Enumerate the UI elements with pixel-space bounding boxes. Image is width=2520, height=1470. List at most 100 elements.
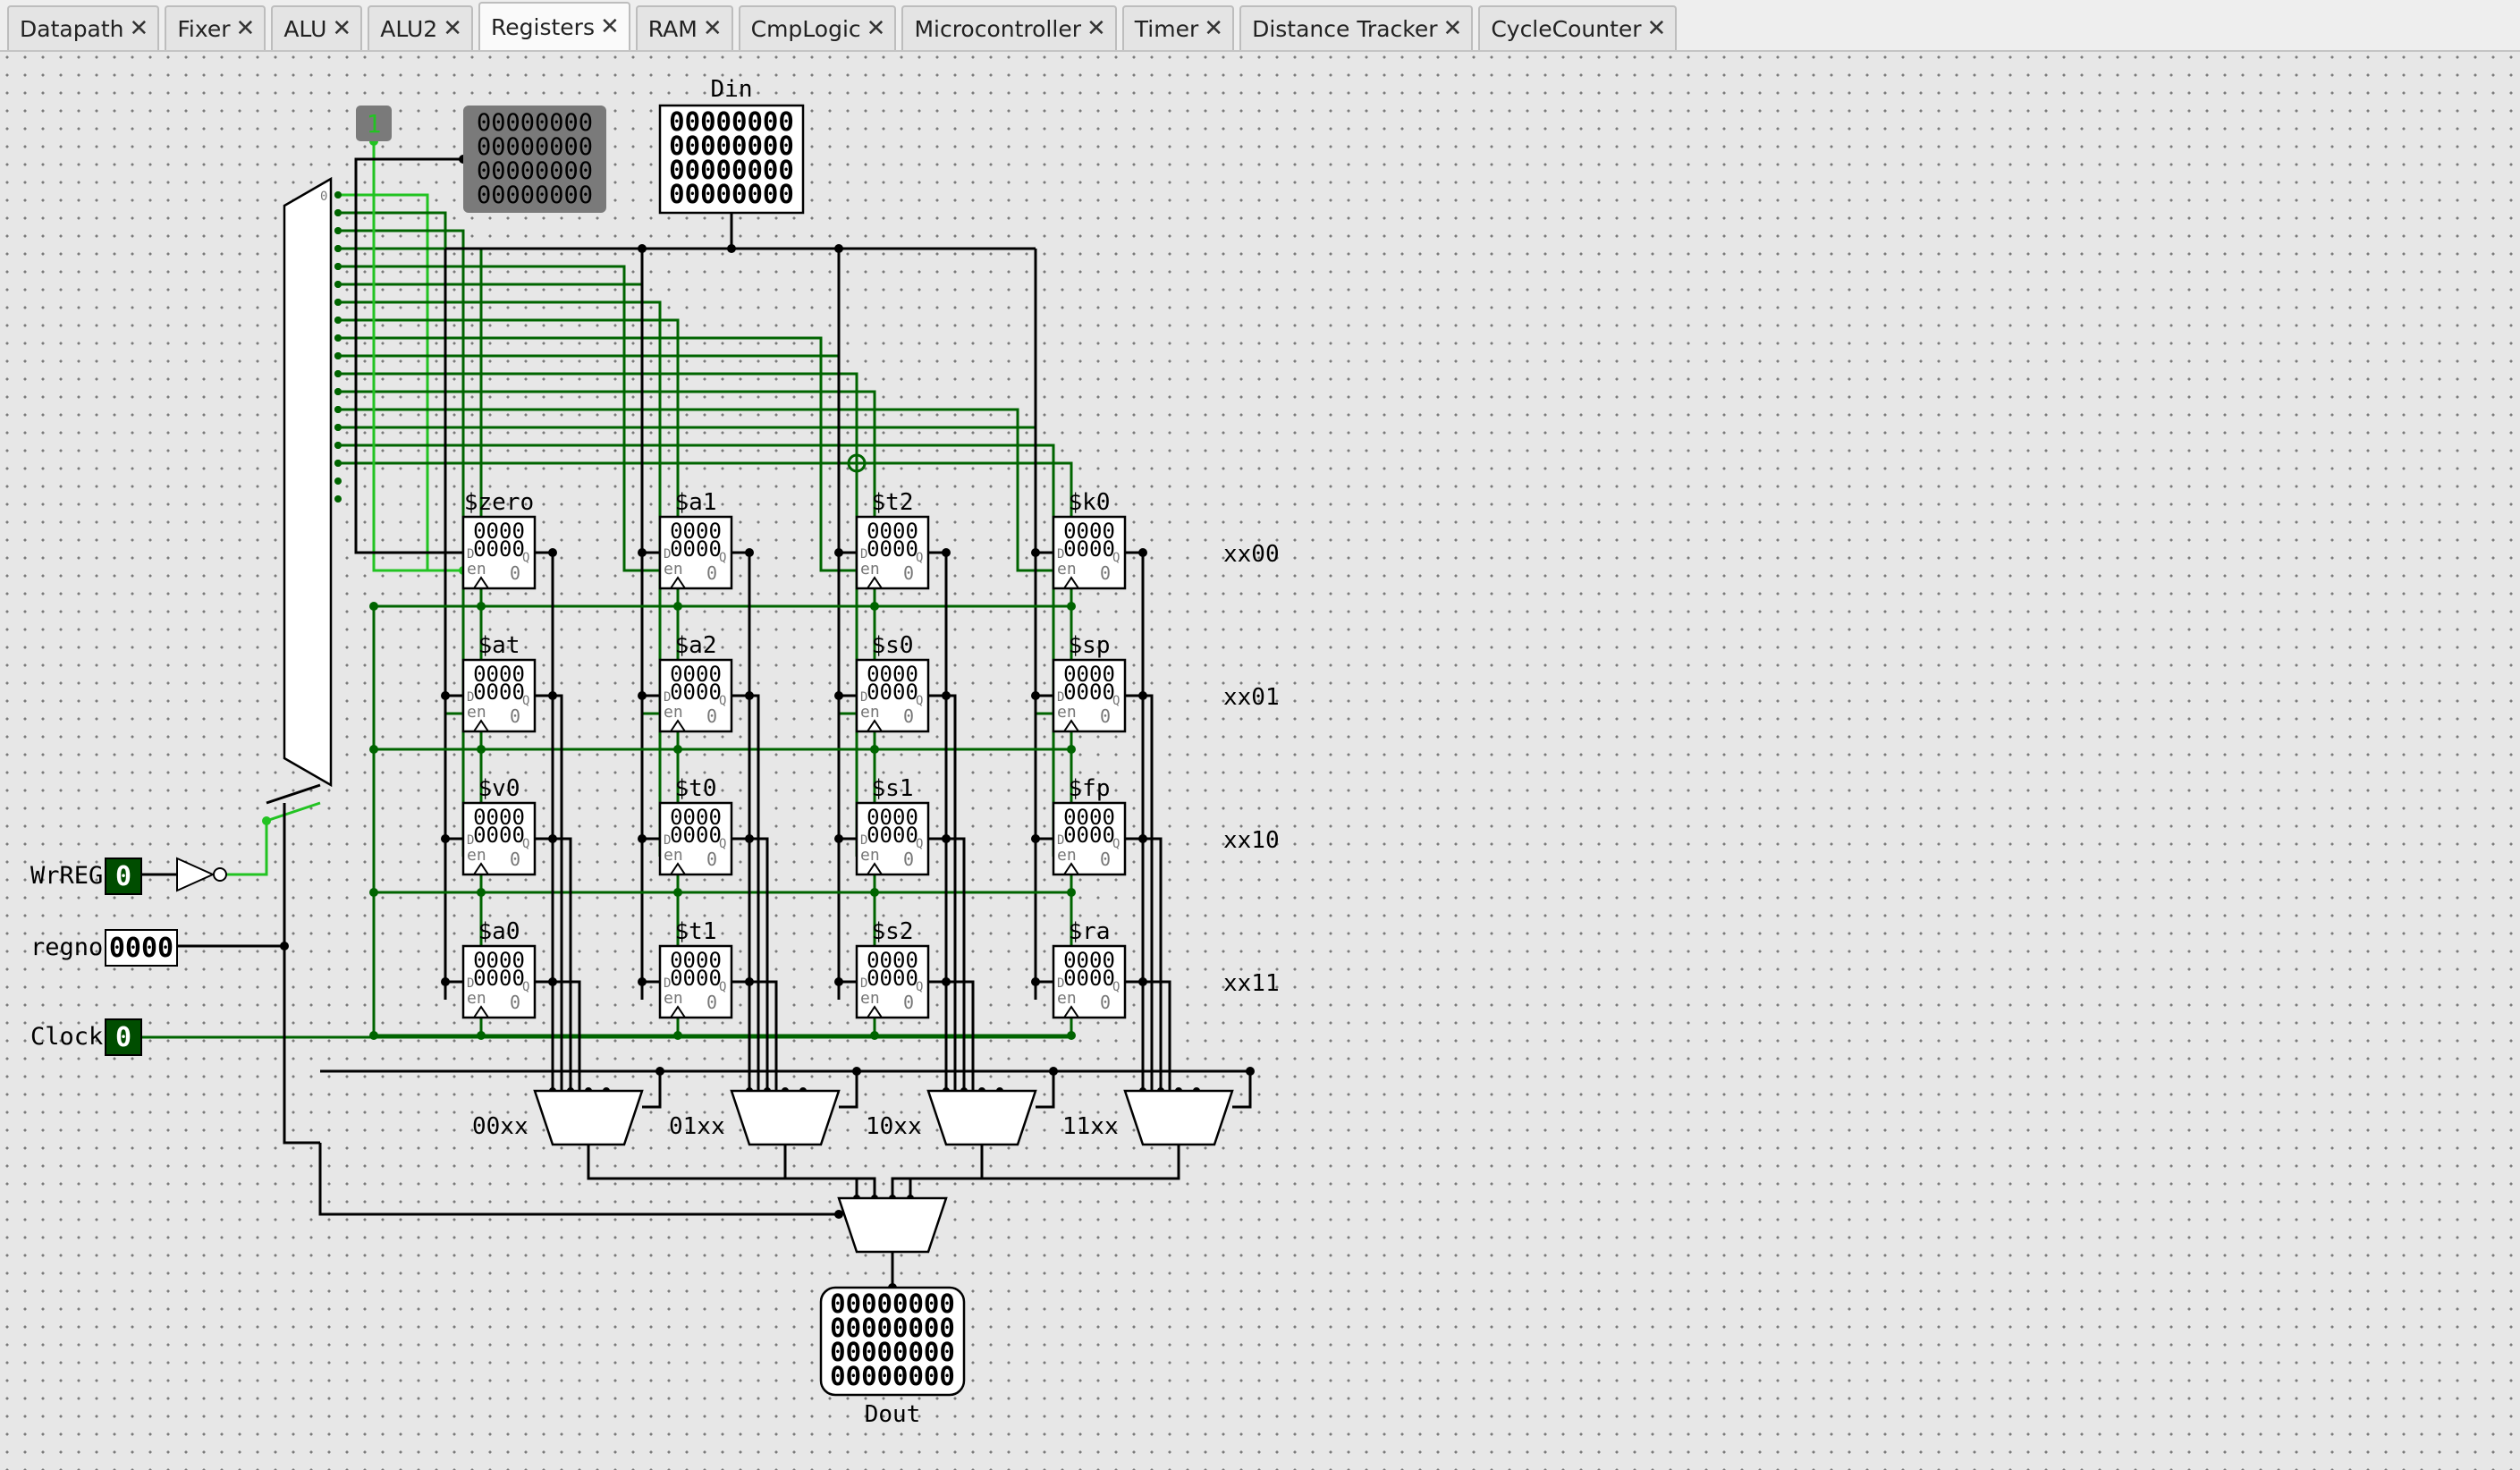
- wire: [587, 1145, 858, 1198]
- register-value-row: 0000: [473, 536, 525, 562]
- register-value-row: 0000: [473, 823, 525, 848]
- tab-alu2[interactable]: ALU2 ✕: [368, 5, 474, 50]
- tab-bar: Datapath ✕ Fixer ✕ ALU ✕ ALU2 ✕ Registers ✕ R…: [0, 0, 2520, 52]
- multiplexer-01xx[interactable]: [730, 1089, 841, 1146]
- register-name: $s1: [872, 775, 914, 802]
- close-icon[interactable]: ✕: [867, 15, 886, 42]
- register-pin-zero: 0: [1100, 992, 1111, 1013]
- register-pin-en: en: [860, 989, 880, 1008]
- wire-junction: [280, 942, 289, 950]
- register-pin-q: Q: [1112, 694, 1120, 708]
- register-pin-en: en: [1057, 703, 1077, 722]
- wire: [1036, 1071, 1055, 1109]
- register-pin-en: en: [1057, 846, 1077, 865]
- register-at[interactable]: $at 0000 0000 D en Q 0: [461, 632, 537, 733]
- register-t1[interactable]: $t1 0000 0000 D en Q 0: [658, 918, 733, 1019]
- wire-junction: [942, 691, 951, 700]
- register-fp[interactable]: $fp 0000 0000 D en Q 0: [1052, 775, 1127, 876]
- tab-registers[interactable]: Registers ✕: [478, 2, 630, 50]
- tab-label: ALU2: [380, 15, 438, 42]
- not-gate[interactable]: [176, 857, 216, 892]
- close-icon[interactable]: ✕: [1204, 15, 1223, 42]
- wire-junction: [334, 424, 342, 431]
- tab-timer[interactable]: Timer ✕: [1121, 5, 1235, 50]
- wire-junction: [369, 888, 378, 897]
- close-icon[interactable]: ✕: [130, 15, 149, 42]
- wire-junction: [834, 548, 843, 557]
- wire: [1125, 694, 1154, 1091]
- wire-junction: [942, 977, 951, 986]
- wire-junction: [727, 244, 736, 253]
- wire-junction: [334, 460, 342, 467]
- register-pin-q: Q: [522, 551, 529, 565]
- tab-ram[interactable]: RAM ✕: [635, 5, 733, 50]
- wire-junction: [834, 691, 843, 700]
- register-pin-en: en: [860, 846, 880, 865]
- register-pin-q: Q: [719, 694, 726, 708]
- register-s0[interactable]: $s0 0000 0000 D en Q 0: [855, 632, 930, 733]
- wire-junction: [441, 977, 450, 986]
- register-ra[interactable]: $ra 0000 0000 D en Q 0: [1052, 918, 1127, 1019]
- wire-junction: [334, 370, 342, 377]
- wire-junction: [1138, 977, 1147, 986]
- register-name: $fp: [1069, 775, 1111, 802]
- register-t0[interactable]: $t0 0000 0000 D en Q 0: [658, 775, 733, 876]
- multiplexer-final[interactable]: [837, 1196, 948, 1254]
- register-a2[interactable]: $a2 0000 0000 D en Q 0: [658, 632, 733, 733]
- multiplexer-00xx[interactable]: [533, 1089, 644, 1146]
- register-pin-en: en: [467, 989, 486, 1008]
- wire-junction: [548, 691, 557, 700]
- register-pin-en: en: [664, 846, 683, 865]
- register-s1[interactable]: $s1 0000 0000 D en Q 0: [855, 775, 930, 876]
- register-v0[interactable]: $v0 0000 0000 D en Q 0: [461, 775, 537, 876]
- register-pin-q: Q: [522, 694, 529, 708]
- wire-junction: [834, 1210, 843, 1219]
- tab-distance-tracker[interactable]: Distance Tracker ✕: [1239, 5, 1474, 50]
- wire-junction: [870, 745, 879, 754]
- register-pin-zero: 0: [706, 992, 717, 1013]
- wire: [1232, 1071, 1252, 1109]
- wire: [338, 390, 876, 1001]
- wire-junction: [334, 263, 342, 270]
- circuit-canvas[interactable]: 0 WrREG 0 regno 0000 Clock 0 1 00000000 …: [0, 52, 2520, 1470]
- register-pin-q: Q: [916, 980, 923, 994]
- tab-alu[interactable]: ALU ✕: [271, 5, 363, 50]
- close-icon[interactable]: ✕: [332, 15, 351, 42]
- close-icon[interactable]: ✕: [443, 15, 462, 42]
- wire-junction: [369, 602, 378, 611]
- tab-cmplogic[interactable]: CmpLogic ✕: [738, 5, 897, 50]
- wire: [1125, 551, 1145, 1091]
- close-icon[interactable]: ✕: [1443, 15, 1463, 42]
- register-zero[interactable]: $zero 0000 0000 D en Q 0: [461, 489, 537, 590]
- close-icon[interactable]: ✕: [1647, 15, 1667, 42]
- circuit-diagram[interactable]: 0 WrREG 0 regno 0000 Clock 0 1 00000000 …: [0, 52, 2520, 1470]
- register-a0[interactable]: $a0 0000 0000 D en Q 0: [461, 918, 537, 1019]
- register-pin-en: en: [860, 703, 880, 722]
- decoder[interactable]: [283, 176, 333, 788]
- register-k0[interactable]: $k0 0000 0000 D en Q 0: [1052, 489, 1127, 590]
- register-s2[interactable]: $s2 0000 0000 D en Q 0: [855, 918, 930, 1019]
- tab-fixer[interactable]: Fixer ✕: [165, 5, 266, 50]
- register-a1[interactable]: $a1 0000 0000 D en Q 0: [658, 489, 733, 590]
- multiplexer-10xx[interactable]: [926, 1089, 1037, 1146]
- register-value-row: 0000: [867, 536, 918, 562]
- register-pin-q: Q: [719, 837, 726, 851]
- register-pin-q: Q: [719, 980, 726, 994]
- wrreg-label: WrREG: [30, 862, 103, 890]
- tab-datapath[interactable]: Datapath ✕: [7, 5, 160, 50]
- wire: [266, 783, 321, 805]
- wire-junction: [834, 977, 843, 986]
- multiplexer-11xx[interactable]: [1123, 1089, 1234, 1146]
- tab-cyclecounter[interactable]: CycleCounter ✕: [1478, 5, 1678, 50]
- wire-junction: [673, 888, 682, 897]
- tab-label: Datapath: [20, 15, 124, 42]
- close-icon[interactable]: ✕: [600, 13, 620, 40]
- close-icon[interactable]: ✕: [703, 15, 723, 42]
- tab-microcontroller[interactable]: Microcontroller ✕: [901, 5, 1117, 50]
- close-icon[interactable]: ✕: [1087, 15, 1106, 42]
- close-icon[interactable]: ✕: [236, 15, 256, 42]
- wire-junction: [334, 388, 342, 395]
- register-value-row: 0000: [473, 966, 525, 991]
- register-t2[interactable]: $t2 0000 0000 D en Q 0: [855, 489, 930, 590]
- register-sp[interactable]: $sp 0000 0000 D en Q 0: [1052, 632, 1127, 733]
